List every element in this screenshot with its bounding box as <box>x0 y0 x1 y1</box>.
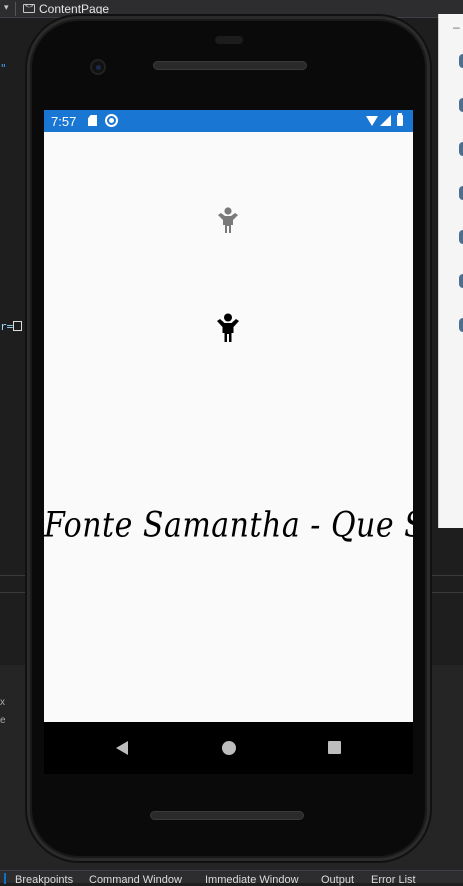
earpiece <box>215 36 243 44</box>
document-tab-content-page[interactable]: ContentPage <box>39 2 109 16</box>
minimize-icon[interactable]: – <box>453 20 460 34</box>
back-icon[interactable] <box>116 741 128 755</box>
tool-icon[interactable] <box>459 186 463 200</box>
status-time: 7:57 <box>51 114 77 129</box>
ide-tool-window-tabs: Breakpoints Command Window Immediate Win… <box>0 870 463 886</box>
android-emulator-device: 7:57 Fonte Samantha - Que Show ! <box>27 16 430 861</box>
tool-icon[interactable] <box>459 142 463 156</box>
device-screen: 7:57 Fonte Samantha - Que Show ! <box>44 110 413 722</box>
chevron-down-icon[interactable]: ▾ <box>4 2 9 13</box>
panel-glyph-x: x <box>0 697 5 708</box>
speaker-grille <box>150 811 304 820</box>
tool-icon[interactable] <box>459 230 463 244</box>
signal-icon <box>380 115 391 126</box>
toolbox-panel: – <box>438 14 463 528</box>
tool-icon[interactable] <box>459 318 463 332</box>
tab-command-window[interactable]: Command Window <box>89 874 182 886</box>
color-swatch <box>13 321 23 331</box>
tab-breakpoints[interactable]: Breakpoints <box>15 874 73 886</box>
tab-immediate-window[interactable]: Immediate Window <box>205 874 299 886</box>
tool-icon[interactable] <box>459 54 463 68</box>
panel-glyph-e: e <box>0 715 6 726</box>
active-tab-indicator <box>4 873 6 884</box>
wifi-icon <box>366 116 378 126</box>
battery-icon <box>397 113 403 126</box>
android-status-bar: 7:57 <box>44 110 413 132</box>
android-nav-bar <box>44 722 413 774</box>
child-person-icon <box>218 207 238 233</box>
tab-error-list[interactable]: Error List <box>371 874 416 886</box>
person-raised-arms-icon <box>217 313 239 342</box>
ide-window: ▾ ContentPage " r= x e – Breakpoints Com… <box>0 0 463 886</box>
custom-font-label: Fonte Samantha - Que Show ! <box>44 505 413 546</box>
tool-icon[interactable] <box>459 274 463 288</box>
home-icon[interactable] <box>222 741 236 755</box>
divider <box>15 2 16 16</box>
speaker-grille <box>153 61 307 70</box>
tab-output[interactable]: Output <box>321 874 354 886</box>
code-fragment-quote: " <box>0 62 7 75</box>
tool-icon[interactable] <box>459 98 463 112</box>
recent-apps-icon[interactable] <box>328 741 341 754</box>
sd-card-icon <box>88 115 97 126</box>
sync-icon <box>105 114 118 127</box>
front-camera <box>90 59 106 75</box>
code-fragment-attr: r= <box>0 320 23 333</box>
xaml-element-icon <box>23 2 35 13</box>
